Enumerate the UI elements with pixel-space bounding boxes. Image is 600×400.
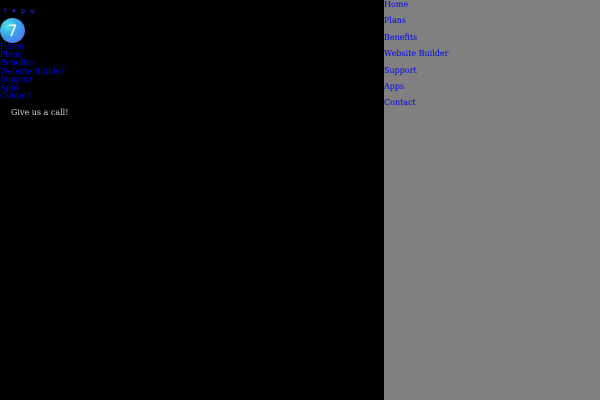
main-nav-item-support: Support: [384, 66, 448, 82]
main-nav-link-contact[interactable]: Contact: [384, 98, 416, 107]
main-nav-item-home: Home: [384, 0, 448, 16]
mobile-nav: Home Plans Benefits Website Builder Supp…: [0, 42, 64, 100]
facebook-icon[interactable]: f: [1, 8, 9, 16]
main-nav-link-support[interactable]: Support: [384, 66, 417, 75]
social-links: f ✦ p ◎: [1, 8, 36, 16]
left-panel: f ✦ p ◎ 7 Home Plans Benefits Website Bu…: [0, 0, 384, 400]
main-nav-item-benefits: Benefits: [384, 33, 448, 49]
main-nav-link-benefits[interactable]: Benefits: [384, 33, 417, 42]
main-nav-link-plans[interactable]: Plans: [384, 16, 406, 25]
main-nav-link-apps[interactable]: Apps: [384, 82, 404, 91]
main-nav-link-website-builder[interactable]: Website Builder: [384, 49, 448, 58]
pinterest-icon[interactable]: p: [19, 8, 27, 16]
main-nav-item-contact: Contact: [384, 98, 448, 114]
call-to-action-text: Give us a call!: [11, 108, 69, 117]
nav-item-contact: Contact: [0, 92, 64, 100]
twitter-icon[interactable]: ✦: [10, 8, 18, 16]
main-nav-item-plans: Plans: [384, 16, 448, 32]
main-nav-item-apps: Apps: [384, 82, 448, 98]
site-logo[interactable]: 7: [0, 18, 25, 43]
main-nav-link-home[interactable]: Home: [384, 0, 408, 9]
main-nav-item-website-builder: Website Builder: [384, 49, 448, 65]
main-nav: Home Plans Benefits Website Builder Supp…: [384, 0, 448, 115]
nav-link-contact[interactable]: Contact: [0, 91, 32, 100]
instagram-icon[interactable]: ◎: [28, 8, 36, 16]
